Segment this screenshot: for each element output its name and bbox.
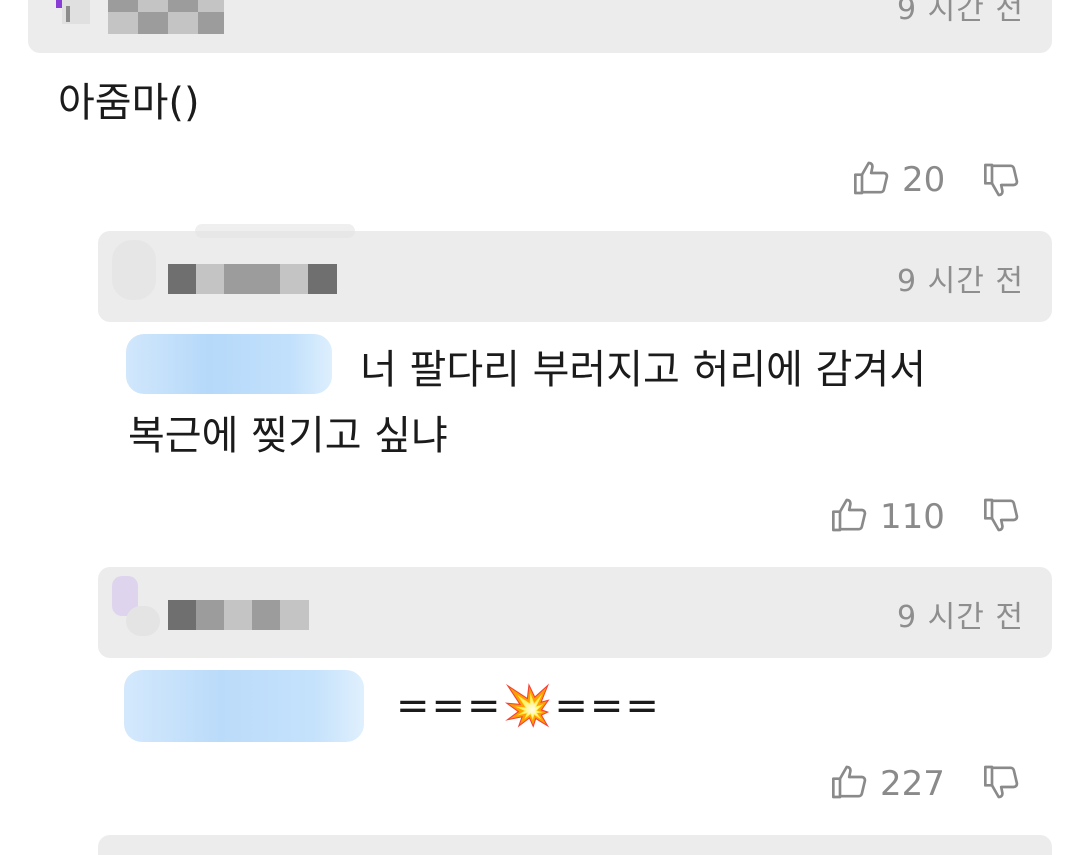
- comment-text: ===💥===: [396, 673, 661, 739]
- username-redacted[interactable]: [168, 264, 337, 294]
- comment-text: 아줌마(): [58, 80, 200, 126]
- thumbs-up-icon[interactable]: [830, 495, 870, 535]
- mention-redacted[interactable]: [124, 670, 364, 742]
- comment-header: [98, 835, 1052, 855]
- thumbs-down-icon[interactable]: [982, 762, 1022, 802]
- collision-emoji: 💥: [502, 683, 555, 729]
- user-avatar[interactable]: [112, 240, 156, 300]
- comment-timestamp: 9 시간 전: [897, 0, 1024, 27]
- thumbs-down-icon[interactable]: [982, 160, 1022, 200]
- comment-timestamp: 9 시간 전: [897, 264, 1024, 299]
- user-avatar[interactable]: [56, 0, 92, 30]
- comment-text-line2: 복근에 찢기고 싶냐: [128, 413, 448, 459]
- comment-timestamp: 9 시간 전: [897, 600, 1024, 635]
- like-count: 227: [880, 764, 945, 804]
- user-avatar[interactable]: [112, 576, 160, 636]
- like-count: 110: [880, 497, 945, 537]
- thumbs-up-icon[interactable]: [830, 762, 870, 802]
- text-prefix: ===: [396, 683, 503, 729]
- text-suffix: ===: [554, 683, 661, 729]
- username-redacted[interactable]: [168, 600, 309, 630]
- thumbs-up-icon[interactable]: [852, 158, 892, 198]
- comment-text-line1: 너 팔다리 부러지고 허리에 감겨서: [360, 347, 927, 393]
- username-redacted[interactable]: [108, 0, 224, 34]
- like-count: 20: [902, 160, 946, 200]
- mention-redacted[interactable]: [126, 334, 332, 394]
- thumbs-down-icon[interactable]: [982, 495, 1022, 535]
